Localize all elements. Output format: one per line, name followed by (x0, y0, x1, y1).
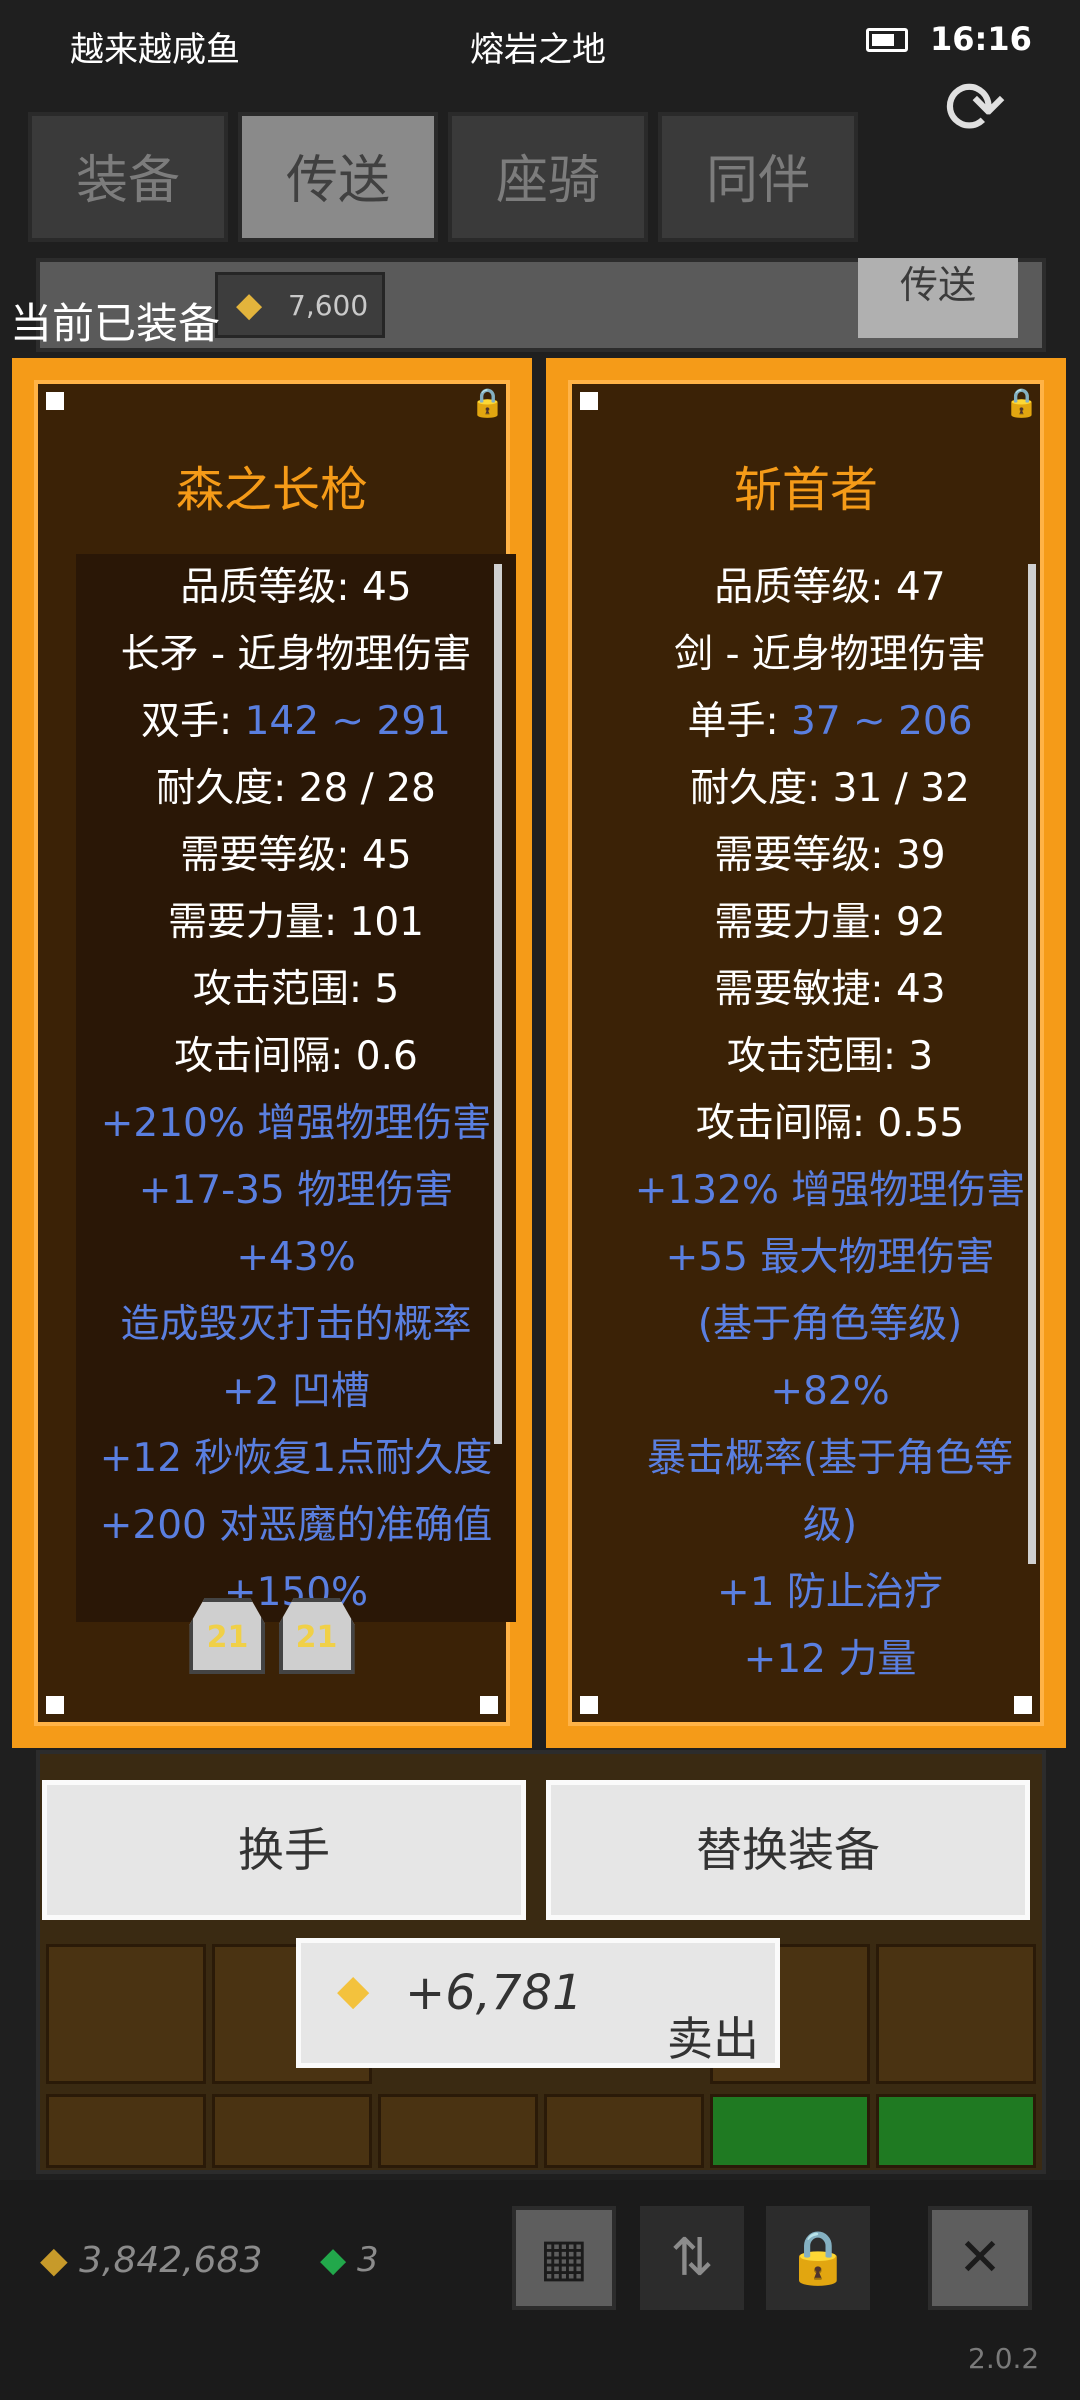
stat-value: 142 ~ 291 (244, 699, 451, 744)
gem-total-value: 3 (356, 2240, 379, 2280)
app-name: 越来越咸鱼 (70, 30, 240, 70)
stat-prefix: 双手: (141, 699, 245, 744)
stat-line: +200 对恶魔的准确值 (99, 1503, 493, 1548)
tab-companion[interactable]: 同伴 (658, 112, 858, 242)
version-label: 2.0.2 (968, 2342, 1040, 2375)
corner-ornament (1008, 1690, 1038, 1720)
stat-line: 单手: 37 ~ 206 (610, 688, 1050, 755)
compare-item-panel: 🔒 斩首者 品质等级: 47 剑 - 近身物理伤害 单手: 37 ~ 206 耐… (546, 358, 1066, 1748)
stat-line: +132% 增强物理伤害 (634, 1168, 1026, 1213)
inventory-slot[interactable] (46, 1944, 206, 2084)
stat-line: +55 最大物理伤害 (665, 1235, 995, 1280)
grid-icon[interactable]: ▦ (512, 2206, 616, 2310)
refresh-icon[interactable]: ⟳ (935, 71, 1015, 145)
stat-line: 级) (802, 1503, 858, 1548)
stat-line: 攻击间隔: 0.6 (174, 1034, 418, 1079)
status-bar: 越来越咸鱼 熔岩之地 16:16 (0, 0, 1080, 95)
inventory-slot[interactable] (378, 2094, 538, 2168)
corner-ornament (474, 1690, 504, 1720)
stat-line: 耐久度: 28 / 28 (156, 766, 436, 811)
stat-line: 长矛 - 近身物理伤害 (120, 632, 472, 677)
lock-icon[interactable]: 🔒 (1004, 388, 1039, 418)
tab-equipment[interactable]: 装备 (28, 112, 228, 242)
teleport-button[interactable]: 传送 (858, 258, 1018, 338)
stat-line: 攻击间隔: 0.55 (695, 1101, 965, 1146)
sell-value: +6,781 (405, 1965, 583, 2021)
stat-line: 需要等级: 39 (714, 833, 946, 878)
gold-total: ◆ 3,842,683 (40, 2240, 262, 2281)
stat-value: 37 ~ 206 (791, 699, 973, 744)
clock: 16:16 (930, 20, 1032, 58)
stat-line: 攻击范围: 3 (726, 1034, 934, 1079)
stat-line: 双手: 142 ~ 291 (76, 688, 516, 755)
corner-ornament (40, 1690, 70, 1720)
gem-icon: 21 (278, 1598, 355, 1674)
inventory-slot[interactable] (544, 2094, 704, 2168)
stat-line: (基于角色等级) (697, 1302, 963, 1347)
equipped-item-inner: 🔒 森之长枪 品质等级: 45 长矛 - 近身物理伤害 双手: 142 ~ 29… (34, 380, 516, 1726)
corner-ornament (574, 386, 604, 416)
zone-title: 熔岩之地 (470, 30, 606, 70)
stat-line: 耐久度: 31 / 32 (690, 766, 970, 811)
stat-line: 需要等级: 45 (180, 833, 412, 878)
lock-icon[interactable]: 🔒 (766, 2206, 870, 2310)
stat-line: +43% (236, 1235, 356, 1280)
stat-line: +210% 增强物理伤害 (100, 1101, 492, 1146)
corner-ornament (574, 1690, 604, 1720)
scrollbar[interactable] (1028, 564, 1036, 1564)
tab-teleport[interactable]: 传送 (238, 112, 438, 242)
stat-line: 品质等级: 45 (180, 565, 412, 610)
sort-icon[interactable]: ⇅ (640, 2206, 744, 2310)
compare-item-inner: 🔒 斩首者 品质等级: 47 剑 - 近身物理伤害 单手: 37 ~ 206 耐… (568, 380, 1044, 1726)
inventory-slot[interactable] (876, 1944, 1036, 2084)
stat-line: +17-35 物理伤害 (138, 1168, 454, 1213)
gold-coin-icon: ◆ (337, 1965, 370, 2014)
stat-line: 品质等级: 47 (714, 565, 946, 610)
replace-equipment-button[interactable]: 替换装备 (546, 1780, 1030, 1920)
teleport-cost-value: 7,600 (288, 289, 369, 322)
stat-line: +2 凹槽 (222, 1369, 370, 1414)
gem-total: ◆ 3 (320, 2240, 379, 2280)
swap-hand-button[interactable]: 换手 (42, 1780, 526, 1920)
currently-equipped-label: 当前已装备 (10, 299, 221, 348)
stat-line: 攻击范围: 5 (192, 967, 400, 1012)
stat-line: 需要敏捷: 43 (714, 967, 946, 1012)
stat-line: +1 防止治疗 (717, 1570, 943, 1615)
sell-button[interactable]: ◆ +6,781 卖出 (296, 1938, 780, 2068)
lock-icon[interactable]: 🔒 (470, 388, 505, 418)
stat-line: +12 力量 (743, 1637, 917, 1682)
battery-icon (866, 28, 908, 52)
stat-line: 剑 - 近身物理伤害 (674, 632, 986, 677)
stat-line: +12 秒恢复1点耐久度 (99, 1436, 493, 1481)
gold-coin-icon: ◆ (40, 2240, 68, 2281)
item-name: 森之长枪 (175, 462, 368, 518)
gem-icon: 21 (189, 1598, 266, 1674)
item-stats-list[interactable]: 品质等级: 47 剑 - 近身物理伤害 单手: 37 ~ 206 耐久度: 31… (610, 554, 1050, 1714)
stat-line: 造成毁灭打击的概率 (120, 1302, 472, 1347)
stat-line: +82% (770, 1369, 890, 1414)
sell-label: 卖出 (667, 2012, 759, 2066)
stat-line: 需要力量: 92 (714, 900, 946, 945)
gem-icon: ◆ (320, 2240, 347, 2280)
stat-line: 需要力量: 101 (168, 900, 424, 945)
stat-line: 暴击概率(基于角色等 (646, 1436, 1014, 1481)
stat-prefix: 单手: (687, 699, 791, 744)
tab-mount[interactable]: 座骑 (448, 112, 648, 242)
scrollbar[interactable] (494, 564, 502, 1444)
inventory-slot[interactable] (876, 2094, 1036, 2168)
close-icon[interactable]: ✕ (928, 2206, 1032, 2310)
socket-gems: 21 21 (38, 1598, 506, 1674)
inventory-slot[interactable] (212, 2094, 372, 2168)
item-stats-list[interactable]: 品质等级: 45 长矛 - 近身物理伤害 双手: 142 ~ 291 耐久度: … (76, 554, 516, 1622)
equipped-item-panel: 🔒 森之长枪 品质等级: 45 长矛 - 近身物理伤害 双手: 142 ~ 29… (12, 358, 532, 1748)
teleport-cost: ◆ 7,600 (215, 272, 385, 338)
inventory-slot[interactable] (46, 2094, 206, 2168)
corner-ornament (40, 386, 70, 416)
gold-total-value: 3,842,683 (79, 2240, 263, 2281)
item-name: 斩首者 (733, 462, 878, 518)
gold-coin-icon: ◆ (236, 285, 263, 325)
inventory-slot[interactable] (710, 2094, 870, 2168)
